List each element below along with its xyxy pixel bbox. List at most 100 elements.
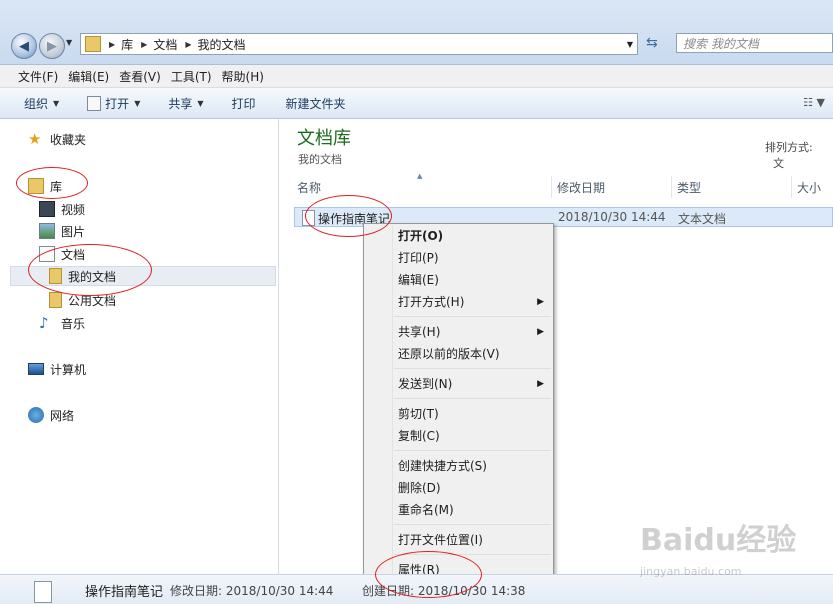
- command-bar: 组织 ▼ 打开 ▼ 共享 ▼ 打印 新建文件夹 ☷ ▼: [0, 88, 833, 119]
- nav-videos-label: 视频: [61, 202, 86, 217]
- menu-restore-versions[interactable]: 还原以前的版本(V): [398, 344, 500, 364]
- nav-music[interactable]: ♪ 音乐: [39, 313, 85, 333]
- library-subtitle: 我的文档: [298, 153, 342, 166]
- search-input[interactable]: 搜索 我的文档: [676, 33, 833, 53]
- nav-my-documents[interactable]: 我的文档: [10, 266, 276, 286]
- nav-public-documents[interactable]: 公用文档: [49, 290, 116, 310]
- column-name[interactable]: 名称: [292, 176, 552, 198]
- column-type[interactable]: 类型: [672, 176, 792, 198]
- details-modified: 修改日期: 2018/10/30 14:44: [170, 584, 334, 598]
- text-file-icon: [302, 210, 315, 226]
- menu-separator: [394, 554, 551, 555]
- menu-edit-file[interactable]: 编辑(E): [398, 270, 439, 290]
- menu-separator: [394, 368, 551, 369]
- video-icon: [39, 201, 55, 217]
- menu-open-with[interactable]: 打开方式(H) ▶: [398, 292, 548, 312]
- nav-public-documents-label: 公用文档: [68, 293, 117, 308]
- nav-computer[interactable]: 计算机: [28, 359, 86, 379]
- new-folder-button[interactable]: 新建文件夹: [286, 95, 346, 112]
- nav-libraries-label: 库: [50, 179, 63, 194]
- column-size[interactable]: 大小: [792, 176, 833, 198]
- menu-edit[interactable]: 编辑(E): [68, 68, 109, 85]
- breadcrumb-library[interactable]: 库: [121, 36, 133, 53]
- nav-pictures-label: 图片: [61, 224, 86, 239]
- menu-send-to[interactable]: 发送到(N) ▶: [398, 374, 548, 394]
- caret-down-icon: ▼: [134, 98, 141, 108]
- menu-copy[interactable]: 复制(C): [398, 426, 440, 446]
- menu-separator: [394, 450, 551, 451]
- menu-share[interactable]: 共享(H) ▶: [398, 322, 548, 342]
- library-title: 文档库: [297, 128, 351, 149]
- submenu-arrow-icon: ▶: [537, 379, 544, 389]
- menu-help[interactable]: 帮助(H): [222, 68, 264, 85]
- menu-separator: [394, 316, 551, 317]
- back-button[interactable]: ◀: [11, 33, 37, 59]
- open-label: 打开: [105, 96, 130, 111]
- nav-videos[interactable]: 视频: [39, 199, 85, 219]
- nav-network[interactable]: 网络: [28, 405, 74, 425]
- details-created: 创建日期: 2018/10/30 14:38: [362, 584, 526, 598]
- breadcrumb-arrow-icon: ▶: [109, 39, 116, 49]
- caret-down-icon: ▼: [53, 98, 60, 108]
- refresh-icon[interactable]: ⇆: [646, 35, 658, 51]
- menu-tools[interactable]: 工具(T): [171, 68, 212, 85]
- nav-documents-label: 文档: [61, 247, 86, 262]
- menu-open[interactable]: 打开(O): [398, 226, 443, 246]
- menu-create-shortcut[interactable]: 创建快捷方式(S): [398, 456, 487, 476]
- nav-libraries[interactable]: 库: [28, 176, 62, 196]
- picture-icon: [39, 223, 55, 239]
- print-button[interactable]: 打印: [232, 95, 256, 112]
- nav-favorites[interactable]: ★ 收藏夹: [28, 129, 86, 149]
- nav-favorites-label: 收藏夹: [50, 132, 87, 147]
- library-icon: [85, 36, 101, 52]
- menu-share-label: 共享(H): [398, 325, 441, 339]
- menu-bar: 文件(F) 编辑(E) 查看(V) 工具(T) 帮助(H): [0, 65, 833, 88]
- open-button[interactable]: 打开 ▼: [87, 95, 140, 112]
- menu-separator: [394, 524, 551, 525]
- library-icon: [28, 178, 44, 194]
- menu-separator: [394, 398, 551, 399]
- star-icon: ★: [28, 130, 42, 148]
- column-date-modified[interactable]: 修改日期: [552, 176, 672, 198]
- nav-my-documents-label: 我的文档: [68, 269, 117, 284]
- document-icon: [39, 246, 55, 262]
- share-button[interactable]: 共享 ▼: [168, 95, 203, 112]
- caret-down-icon: ▼: [197, 98, 204, 108]
- nav-documents[interactable]: 文档: [39, 244, 85, 264]
- file-type: 文本文档: [678, 212, 727, 226]
- nav-computer-label: 计算机: [50, 362, 87, 377]
- navigation-pane: ★ 收藏夹 库 视频 图片 文档 我的文档 公用文档 ♪ 音乐 计算机 网络: [0, 119, 279, 574]
- organize-label: 组织: [24, 96, 49, 111]
- arrange-by[interactable]: 排列方式: 文: [765, 139, 833, 171]
- arrange-by-value: 文: [773, 157, 784, 170]
- menu-file[interactable]: 文件(F): [18, 68, 58, 85]
- submenu-arrow-icon: ▶: [537, 327, 544, 337]
- address-bar[interactable]: ▶ 库 ▶ 文档 ▶ 我的文档 ▼: [80, 33, 638, 55]
- network-icon: [28, 407, 44, 423]
- file-date: 2018/10/30 14:44: [558, 210, 666, 224]
- menu-delete[interactable]: 删除(D): [398, 478, 441, 498]
- submenu-arrow-icon: ▶: [537, 297, 544, 307]
- organize-button[interactable]: 组织 ▼: [24, 95, 59, 112]
- menu-print[interactable]: 打印(P): [398, 248, 439, 268]
- menu-open-file-location[interactable]: 打开文件位置(I): [398, 530, 483, 550]
- computer-icon: [28, 363, 44, 375]
- recent-pages-dropdown[interactable]: ▼: [66, 38, 72, 47]
- menu-cut[interactable]: 剪切(T): [398, 404, 439, 424]
- watermark-logo: Baidu经验: [640, 523, 797, 558]
- breadcrumb-my-documents[interactable]: 我的文档: [198, 36, 246, 53]
- breadcrumb-documents[interactable]: 文档: [153, 36, 177, 53]
- music-note-icon: ♪: [39, 314, 49, 332]
- view-options-icon[interactable]: ☷ ▼: [803, 96, 825, 109]
- forward-button[interactable]: ▶: [39, 33, 65, 59]
- share-label: 共享: [168, 96, 193, 111]
- details-file-name: 操作指南笔记: [85, 585, 164, 600]
- folder-icon: [49, 292, 62, 308]
- nav-pictures[interactable]: 图片: [39, 221, 85, 241]
- details-pane: 操作指南笔记 修改日期: 2018/10/30 14:44 创建日期: 2018…: [0, 574, 833, 604]
- menu-rename[interactable]: 重命名(M): [398, 500, 454, 520]
- breadcrumb-arrow-icon: ▶: [141, 39, 148, 49]
- text-file-icon: [34, 581, 52, 603]
- menu-view[interactable]: 查看(V): [119, 68, 161, 85]
- address-dropdown-icon[interactable]: ▼: [627, 40, 633, 49]
